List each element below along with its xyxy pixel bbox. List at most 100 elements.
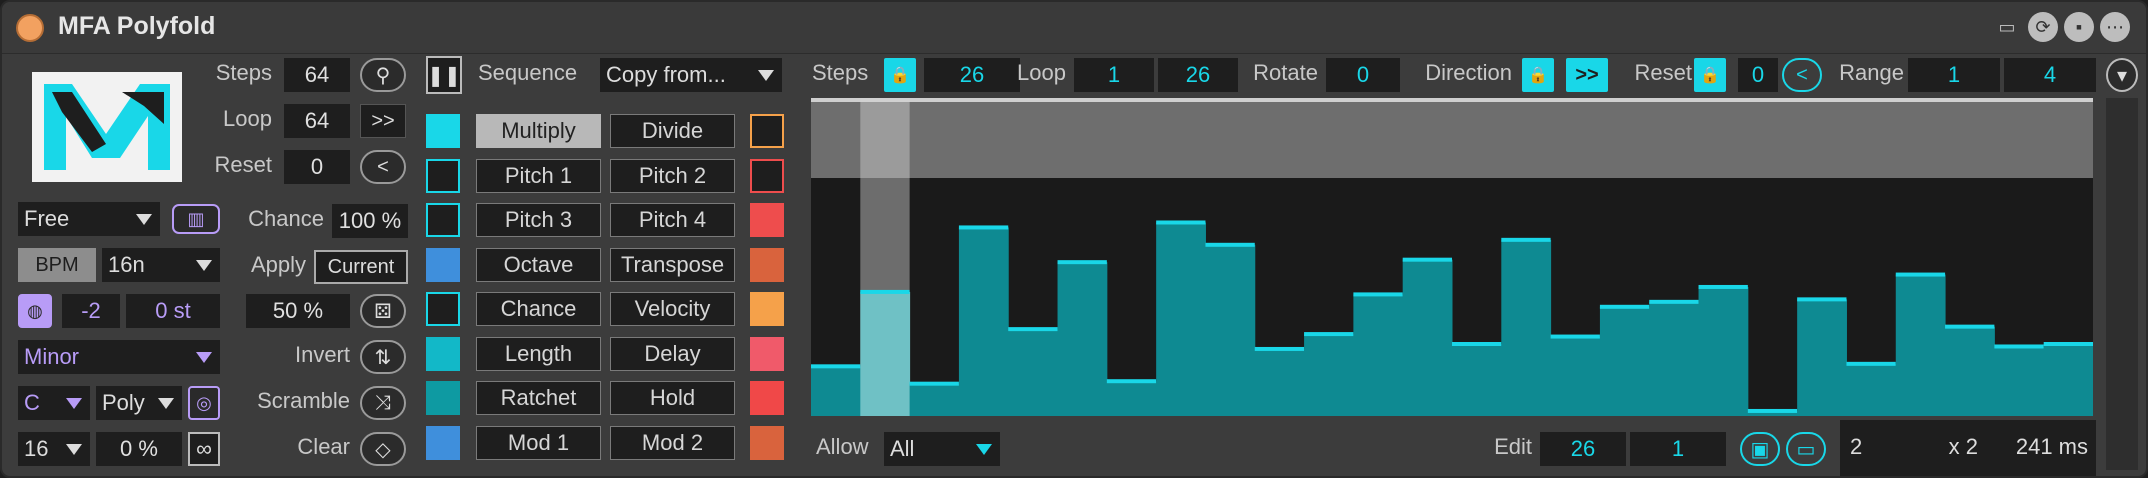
step-bar-17[interactable] [1599, 306, 1650, 416]
tab-pitch-1[interactable]: Pitch 1 [476, 158, 601, 193]
lane-color-left-1[interactable] [426, 114, 460, 148]
lane-color-right-5[interactable] [750, 292, 784, 326]
step-bar-18[interactable] [1649, 301, 1700, 416]
lane-color-right-8[interactable] [750, 425, 784, 460]
step-bar-4[interactable] [958, 227, 1009, 416]
step-bar-chart[interactable] [811, 98, 2093, 416]
tab-mod-1[interactable]: Mod 1 [476, 425, 601, 460]
edit-step-field[interactable]: 26 [1540, 432, 1626, 466]
step-bar-24[interactable] [1945, 326, 1995, 416]
key-icon[interactable]: ⚲ [360, 58, 406, 92]
save-pattern-icon[interactable]: ▣ [1740, 432, 1780, 466]
tab-chance[interactable]: Chance [476, 292, 601, 326]
step-bar-21[interactable] [1797, 299, 1847, 416]
step-bar-2[interactable] [860, 291, 911, 416]
direction-lock-icon[interactable]: 🔒 [1522, 58, 1554, 92]
step-bar-1[interactable] [811, 366, 861, 416]
tab-ratchet[interactable]: Ratchet [476, 381, 601, 415]
rate-dropdown[interactable]: 16n [102, 248, 220, 282]
step-bar-3[interactable] [909, 383, 960, 416]
step-bar-6[interactable] [1057, 262, 1108, 416]
lane-color-right-2[interactable] [750, 158, 784, 193]
tab-pitch-3[interactable]: Pitch 3 [476, 203, 601, 237]
mode-dropdown[interactable]: Free [18, 202, 160, 236]
left-steps-field[interactable]: 64 [284, 58, 350, 92]
drum-icon[interactable]: ◎ [188, 386, 220, 420]
lane-color-left-6[interactable] [426, 336, 460, 371]
tab-delay[interactable]: Delay [610, 336, 735, 371]
collapse-icon[interactable]: ▾ [2106, 58, 2138, 92]
tab-mod-2[interactable]: Mod 2 [610, 425, 735, 460]
tab-velocity[interactable]: Velocity [610, 292, 735, 326]
step-bar-13[interactable] [1402, 259, 1453, 416]
step-bar-5[interactable] [1008, 329, 1059, 416]
tab-pitch-4[interactable]: Pitch 4 [610, 203, 735, 237]
lane-color-right-3[interactable] [750, 203, 784, 237]
step-bar-19[interactable] [1698, 286, 1749, 416]
tab-transpose[interactable]: Transpose [610, 247, 735, 282]
step-bar-7[interactable] [1106, 381, 1157, 416]
loop-direction-button[interactable]: >> [360, 104, 406, 138]
tab-hold[interactable]: Hold [610, 381, 735, 415]
shuffle-icon[interactable]: ⤨ [360, 386, 406, 420]
menu-icon[interactable]: ⋯ [2100, 12, 2130, 42]
left-reset-field[interactable]: 0 [284, 150, 350, 184]
left-reset-button[interactable]: < [360, 150, 406, 184]
dice-icon[interactable]: ⚄ [360, 294, 406, 328]
lane-color-left-8[interactable] [426, 425, 460, 460]
bpm-button[interactable]: BPM [18, 248, 96, 282]
tab-multiply[interactable]: Multiply [476, 114, 601, 148]
step-bar-9[interactable] [1205, 244, 1256, 416]
range-min-field[interactable]: 1 [1908, 58, 2000, 92]
step-bar-15[interactable] [1501, 239, 1552, 416]
tab-length[interactable]: Length [476, 336, 601, 371]
chance-field[interactable]: 100 % [332, 204, 408, 238]
scale-dropdown[interactable]: Minor [18, 340, 220, 374]
step-bar-25[interactable] [1994, 346, 2045, 416]
tab-pitch-2[interactable]: Pitch 2 [610, 158, 735, 193]
step-bar-14[interactable] [1452, 344, 1502, 416]
length-dropdown[interactable]: 16 [18, 432, 90, 466]
lane-color-left-5[interactable] [426, 292, 460, 326]
step-bar-22[interactable] [1846, 363, 1897, 416]
seq-steps-field[interactable]: 26 [924, 58, 1020, 92]
step-bar-8[interactable] [1156, 222, 1206, 416]
left-loop-field[interactable]: 64 [284, 104, 350, 138]
seq-reset-button[interactable]: < [1782, 58, 1822, 92]
range-max-field[interactable]: 4 [2004, 58, 2096, 92]
refresh-icon[interactable]: ⟳ [2028, 12, 2058, 42]
step-bar-10[interactable] [1254, 348, 1305, 416]
step-bar-16[interactable] [1550, 336, 1601, 416]
step-bar-23[interactable] [1895, 274, 1946, 416]
lane-color-left-3[interactable] [426, 203, 460, 237]
direction-button[interactable]: >> [1566, 58, 1608, 92]
midi-icon[interactable]: ▭ [1992, 12, 2022, 42]
piano-icon[interactable]: ▥ [172, 204, 220, 234]
apply-current-button[interactable]: Current [314, 250, 408, 284]
swap-icon[interactable]: ⇅ [360, 340, 406, 374]
lane-color-left-4[interactable] [426, 247, 460, 282]
transpose-field[interactable]: -2 [62, 294, 120, 328]
lane-color-left-7[interactable] [426, 381, 460, 415]
edit-value-field[interactable]: 1 [1630, 432, 1726, 466]
key-dropdown[interactable]: C [18, 386, 90, 420]
step-bar-26[interactable] [2043, 344, 2093, 416]
folder-icon[interactable]: ▭ [1786, 432, 1826, 466]
infinity-icon[interactable]: ∞ [188, 432, 220, 466]
lane-color-right-6[interactable] [750, 336, 784, 371]
eraser-icon[interactable]: ◇ [360, 432, 406, 466]
globe-icon[interactable]: ◍ [18, 294, 52, 328]
lane-color-left-2[interactable] [426, 158, 460, 193]
step-bar-12[interactable] [1353, 294, 1404, 416]
allow-dropdown[interactable]: All [884, 432, 1000, 466]
lane-color-right-7[interactable] [750, 381, 784, 415]
percent-field[interactable]: 0 % [96, 432, 182, 466]
lock-icon[interactable]: 🔒 [884, 58, 916, 92]
semitone-field[interactable]: 0 st [126, 294, 220, 328]
tab-octave[interactable]: Octave [476, 247, 601, 282]
seq-loop-end-field[interactable]: 26 [1158, 58, 1238, 92]
pause-icon[interactable]: ❚❚ [426, 56, 462, 94]
save-icon[interactable]: ▪ [2064, 12, 2094, 42]
reset-lock-icon[interactable]: 🔒 [1694, 58, 1726, 92]
rotate-field[interactable]: 0 [1326, 58, 1400, 92]
